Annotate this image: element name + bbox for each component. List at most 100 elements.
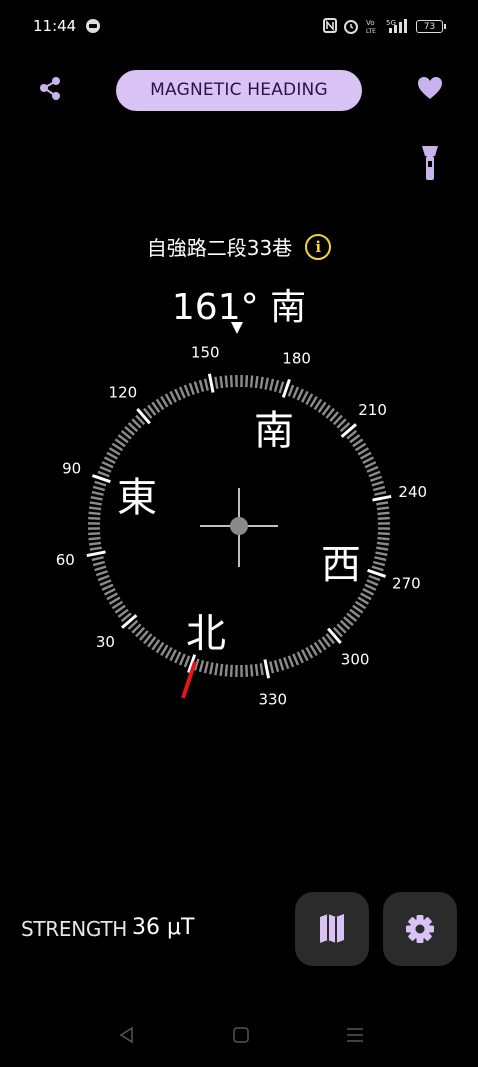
minor-tick [357, 596, 370, 605]
heading-direction: 南 [270, 287, 307, 328]
minor-tick [89, 501, 102, 506]
minor-tick [160, 644, 169, 657]
strength-value: 36 μT [132, 915, 195, 940]
heart-icon [418, 77, 442, 99]
minor-tick [371, 480, 384, 487]
cardinal-east: 東 [117, 475, 157, 521]
nfc-icon [323, 18, 337, 33]
degree-label: 90 [62, 459, 81, 477]
minor-tick [90, 496, 103, 501]
minor-tick [368, 574, 381, 582]
settings-button[interactable] [383, 892, 457, 966]
minor-tick [377, 532, 390, 536]
degree-label: 270 [392, 575, 421, 593]
favorite-button[interactable] [415, 73, 445, 103]
minor-tick [259, 376, 264, 389]
minor-tick [224, 375, 229, 388]
nav-recents-icon[interactable] [346, 1026, 364, 1044]
minor-tick [301, 390, 309, 403]
cardinal-north: 北 [186, 611, 226, 657]
minor-tick [203, 661, 209, 674]
minor-tick [278, 658, 285, 671]
minor-tick [106, 451, 119, 460]
nav-home-icon[interactable] [232, 1026, 250, 1044]
minor-tick [301, 649, 309, 662]
share-icon [40, 77, 60, 100]
minor-tick [88, 516, 101, 520]
minor-tick [364, 583, 377, 591]
magnetic-heading-toggle[interactable]: MAGNETIC HEADING [116, 70, 362, 111]
minor-tick [178, 653, 186, 666]
address-text: 自強路二段33巷 [146, 236, 293, 260]
minor-tick [359, 592, 372, 601]
major-tick [263, 659, 271, 679]
minor-tick [103, 588, 116, 596]
degree-label: 120 [109, 383, 138, 401]
major-tick [340, 423, 357, 438]
minor-tick [94, 480, 107, 487]
degree-label: 210 [358, 401, 387, 419]
minor-tick [174, 651, 182, 664]
minor-tick [269, 378, 275, 391]
major-tick [372, 494, 392, 502]
minor-tick [287, 384, 295, 397]
minor-tick [229, 375, 233, 388]
minor-tick [89, 546, 102, 551]
degree-label: 180 [282, 350, 311, 368]
status-time: 11:44 [33, 17, 77, 35]
minor-tick [106, 592, 119, 601]
minor-tick [376, 506, 390, 511]
minor-tick [101, 461, 114, 469]
minor-tick [366, 465, 379, 473]
minor-tick [92, 560, 106, 567]
flashlight-button[interactable] [418, 144, 442, 184]
minor-tick [357, 447, 370, 456]
minor-tick [292, 653, 300, 666]
minor-tick [164, 393, 173, 406]
minor-tick [273, 379, 280, 393]
minor-tick [254, 375, 259, 389]
nav-back-icon[interactable] [118, 1026, 136, 1044]
minor-tick [209, 662, 214, 675]
major-tick [207, 373, 215, 393]
minor-tick [108, 447, 121, 456]
minor-tick [94, 565, 107, 572]
minor-tick [178, 386, 186, 399]
minor-tick [362, 588, 375, 596]
share-button[interactable] [36, 74, 66, 104]
minor-tick [224, 664, 229, 677]
map-button[interactable] [295, 892, 369, 966]
minor-tick [101, 583, 114, 591]
minor-tick [364, 461, 377, 469]
minor-tick [273, 659, 280, 673]
compass-dial: 150 180 210 240 270 300 330 30 60 90 120 南 東 西 北 [56, 343, 427, 708]
minor-tick [305, 646, 314, 659]
minor-tick [374, 556, 387, 562]
minor-tick [359, 451, 372, 460]
minor-tick [97, 574, 110, 582]
degree-label: 240 [398, 483, 427, 501]
minor-tick [377, 511, 390, 516]
minor-tick [169, 390, 177, 403]
degree-label: 150 [191, 343, 220, 361]
minor-tick [259, 663, 264, 676]
minor-tick [362, 456, 375, 464]
minor-tick [219, 375, 224, 389]
minor-tick [372, 560, 386, 567]
line-app-icon [86, 19, 100, 33]
minor-tick [229, 664, 233, 677]
minor-tick [264, 377, 269, 390]
minor-tick [99, 579, 112, 587]
minor-tick [108, 596, 121, 605]
degree-label: 300 [341, 651, 370, 669]
minor-tick [296, 388, 304, 401]
major-tick [121, 614, 138, 629]
minor-tick [371, 565, 384, 572]
info-icon[interactable]: i [305, 233, 332, 260]
minor-tick [169, 649, 177, 662]
minor-tick [309, 395, 318, 408]
minor-tick [203, 378, 209, 391]
minor-tick [249, 664, 254, 677]
map-icon [320, 914, 344, 943]
minor-tick [219, 663, 224, 677]
